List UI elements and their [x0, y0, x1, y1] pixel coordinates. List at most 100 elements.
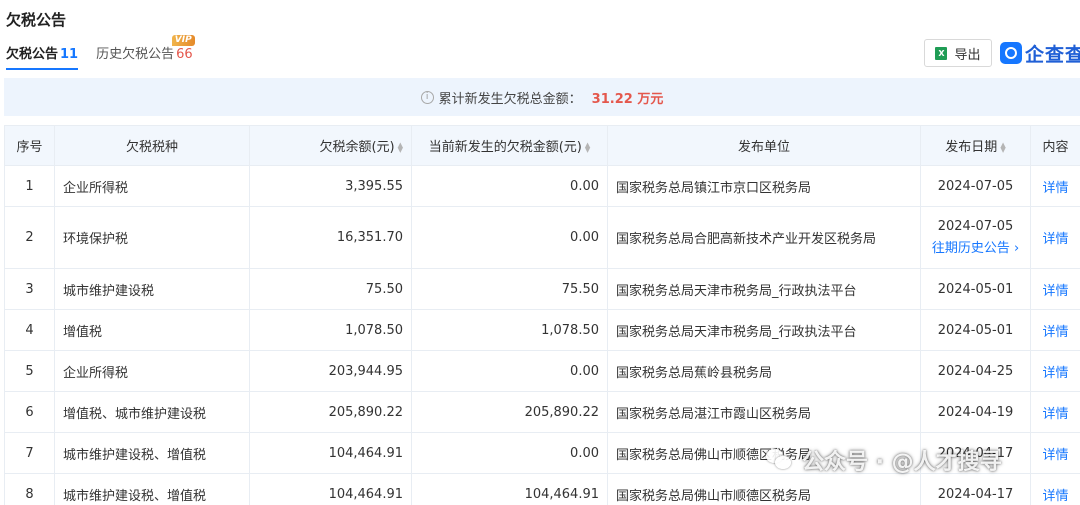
cell-index: 5: [4, 350, 55, 392]
cell-date: 2024-04-17: [920, 473, 1031, 505]
cell-publisher: 国家税务总局蕉岭县税务局: [607, 350, 921, 392]
cell-date: 2024-04-25: [920, 350, 1031, 392]
table-row: 6 增值税、城市维护建设税 205,890.22 205,890.22 国家税务…: [4, 391, 1080, 433]
col-header-index: 序号: [4, 125, 55, 166]
cell-publisher: 国家税务总局佛山市顺德区税务局: [607, 473, 921, 505]
tax-notice-table: 序号 欠税税种 欠税余额(元) ▲ ▼ 当前新发生的欠税金额(元) ▲ ▼ 发布单位 发…: [4, 125, 1080, 505]
cell-date: 2024-04-17: [920, 432, 1031, 474]
sort-icon[interactable]: ▲ ▼: [398, 141, 403, 153]
tab-count: 66: [176, 47, 193, 62]
cell-date: 2024-07-05: [937, 219, 1014, 234]
cell-new-amount: 0.00: [411, 206, 608, 269]
cell-tax-type: 城市维护建设税: [54, 268, 250, 310]
cell-new-amount: 205,890.22: [411, 391, 608, 433]
col-header-date[interactable]: 发布日期 ▲ ▼: [920, 125, 1031, 166]
cell-new-amount: 1,078.50: [411, 309, 608, 351]
cell-date: 2024-05-01: [920, 309, 1031, 351]
cell-tax-type: 增值税: [54, 309, 250, 351]
table-header-row: 序号 欠税税种 欠税余额(元) ▲ ▼ 当前新发生的欠税金额(元) ▲ ▼ 发布单位 发…: [4, 125, 1080, 166]
detail-link[interactable]: 详情: [1042, 448, 1068, 463]
cell-balance: 203,944.95: [249, 350, 412, 392]
cell-tax-type: 企业所得税: [54, 165, 250, 207]
cell-balance: 1,078.50: [249, 309, 412, 351]
cell-index: 8: [4, 473, 55, 505]
cell-index: 4: [4, 309, 55, 351]
table-row: 5 企业所得税 203,944.95 0.00 国家税务总局蕉岭县税务局 202…: [4, 350, 1080, 392]
info-icon: i: [420, 90, 434, 104]
export-label: 导出: [954, 47, 981, 63]
table-row: 2 环境保护税 16,351.70 0.00 国家税务总局合肥高新技术产业开发区…: [4, 206, 1080, 269]
summary-bar: i 累计新发生欠税总金额： 31.22 万元: [4, 78, 1080, 116]
cell-new-amount: 75.50: [411, 268, 608, 310]
sort-icon[interactable]: ▲ ▼: [585, 141, 590, 153]
detail-link[interactable]: 详情: [1042, 489, 1068, 504]
detail-link[interactable]: 详情: [1042, 407, 1068, 422]
cell-balance: 104,464.91: [249, 473, 412, 505]
table-row: 3 城市维护建设税 75.50 75.50 国家税务总局天津市税务局_行政执法平…: [4, 268, 1080, 310]
detail-link[interactable]: 详情: [1042, 284, 1068, 299]
cell-publisher: 国家税务总局天津市税务局_行政执法平台: [607, 268, 921, 310]
cell-date-with-history: 2024-07-05 往期历史公告 ›: [920, 206, 1031, 269]
qichacha-logo-icon: [1000, 42, 1022, 64]
export-button[interactable]: X 导出: [924, 39, 992, 67]
page-title: 欠税公告: [6, 11, 67, 29]
excel-icon: X: [935, 46, 948, 60]
sort-icon[interactable]: ▲ ▼: [1000, 141, 1005, 153]
col-header-content: 内容: [1030, 125, 1080, 166]
cell-balance: 205,890.22: [249, 391, 412, 433]
history-notice-link[interactable]: 往期历史公告 ›: [929, 237, 1022, 256]
table-row: 7 城市维护建设税、增值税 104,464.91 0.00 国家税务总局佛山市顺…: [4, 432, 1080, 474]
cell-balance: 104,464.91: [249, 432, 412, 474]
col-header-label: 欠税余额(元): [319, 140, 395, 155]
table-row: 1 企业所得税 3,395.55 0.00 国家税务总局镇江市京口区税务局 20…: [4, 165, 1080, 207]
vip-badge: VIP: [171, 35, 195, 46]
brand-logo: 企查查: [1000, 40, 1080, 66]
cell-new-amount: 0.00: [411, 350, 608, 392]
cell-publisher: 国家税务总局镇江市京口区税务局: [607, 165, 921, 207]
col-header-label: 当前新发生的欠税金额(元): [428, 140, 582, 155]
cell-publisher: 国家税务总局合肥高新技术产业开发区税务局: [607, 206, 921, 269]
cell-new-amount: 104,464.91: [411, 473, 608, 505]
col-header-tax-type: 欠税税种: [54, 125, 250, 166]
brand-name: 企查查: [1025, 43, 1080, 66]
cell-date: 2024-05-01: [920, 268, 1031, 310]
col-header-balance[interactable]: 欠税余额(元) ▲ ▼: [249, 125, 412, 166]
tab-label: 历史欠税公告: [96, 47, 175, 62]
detail-link[interactable]: 详情: [1042, 232, 1068, 247]
cell-index: 2: [4, 206, 55, 269]
detail-link[interactable]: 详情: [1042, 181, 1068, 196]
cell-tax-type: 环境保护税: [54, 206, 250, 269]
cell-tax-type: 城市维护建设税、增值税: [54, 473, 250, 505]
summary-amount: 31.22 万元: [591, 91, 664, 107]
cell-publisher: 国家税务总局佛山市顺德区税务局: [607, 432, 921, 474]
history-link-label: 往期历史公告: [931, 241, 1010, 256]
summary-label: 累计新发生欠税总金额：: [438, 91, 582, 107]
cell-balance: 16,351.70: [249, 206, 412, 269]
cell-index: 7: [4, 432, 55, 474]
cell-index: 3: [4, 268, 55, 310]
col-header-label: 发布日期: [945, 140, 998, 155]
cell-date: 2024-07-05: [920, 165, 1031, 207]
table-row: 4 增值税 1,078.50 1,078.50 国家税务总局天津市税务局_行政执…: [4, 309, 1080, 351]
tab-tax-notice[interactable]: 欠税公告 11: [6, 46, 79, 70]
col-header-publisher: 发布单位: [607, 125, 921, 166]
tab-count: 11: [60, 47, 79, 62]
cell-publisher: 国家税务总局天津市税务局_行政执法平台: [607, 309, 921, 351]
chevron-right-icon: ›: [1013, 241, 1020, 256]
cell-new-amount: 0.00: [411, 165, 608, 207]
cell-index: 1: [4, 165, 55, 207]
table-row: 8 城市维护建设税、增值税 104,464.91 104,464.91 国家税务…: [4, 473, 1080, 505]
col-header-new-amount[interactable]: 当前新发生的欠税金额(元) ▲ ▼: [411, 125, 608, 166]
tab-history-tax-notice[interactable]: 历史欠税公告 66 VIP: [96, 35, 195, 70]
cell-balance: 3,395.55: [249, 165, 412, 207]
tab-bar: 欠税公告 11 历史欠税公告 66 VIP: [6, 35, 211, 70]
cell-balance: 75.50: [249, 268, 412, 310]
cell-new-amount: 0.00: [411, 432, 608, 474]
cell-publisher: 国家税务总局湛江市霞山区税务局: [607, 391, 921, 433]
detail-link[interactable]: 详情: [1042, 325, 1068, 340]
cell-tax-type: 城市维护建设税、增值税: [54, 432, 250, 474]
cell-tax-type: 企业所得税: [54, 350, 250, 392]
cell-index: 6: [4, 391, 55, 433]
cell-tax-type: 增值税、城市维护建设税: [54, 391, 250, 433]
detail-link[interactable]: 详情: [1042, 366, 1068, 381]
